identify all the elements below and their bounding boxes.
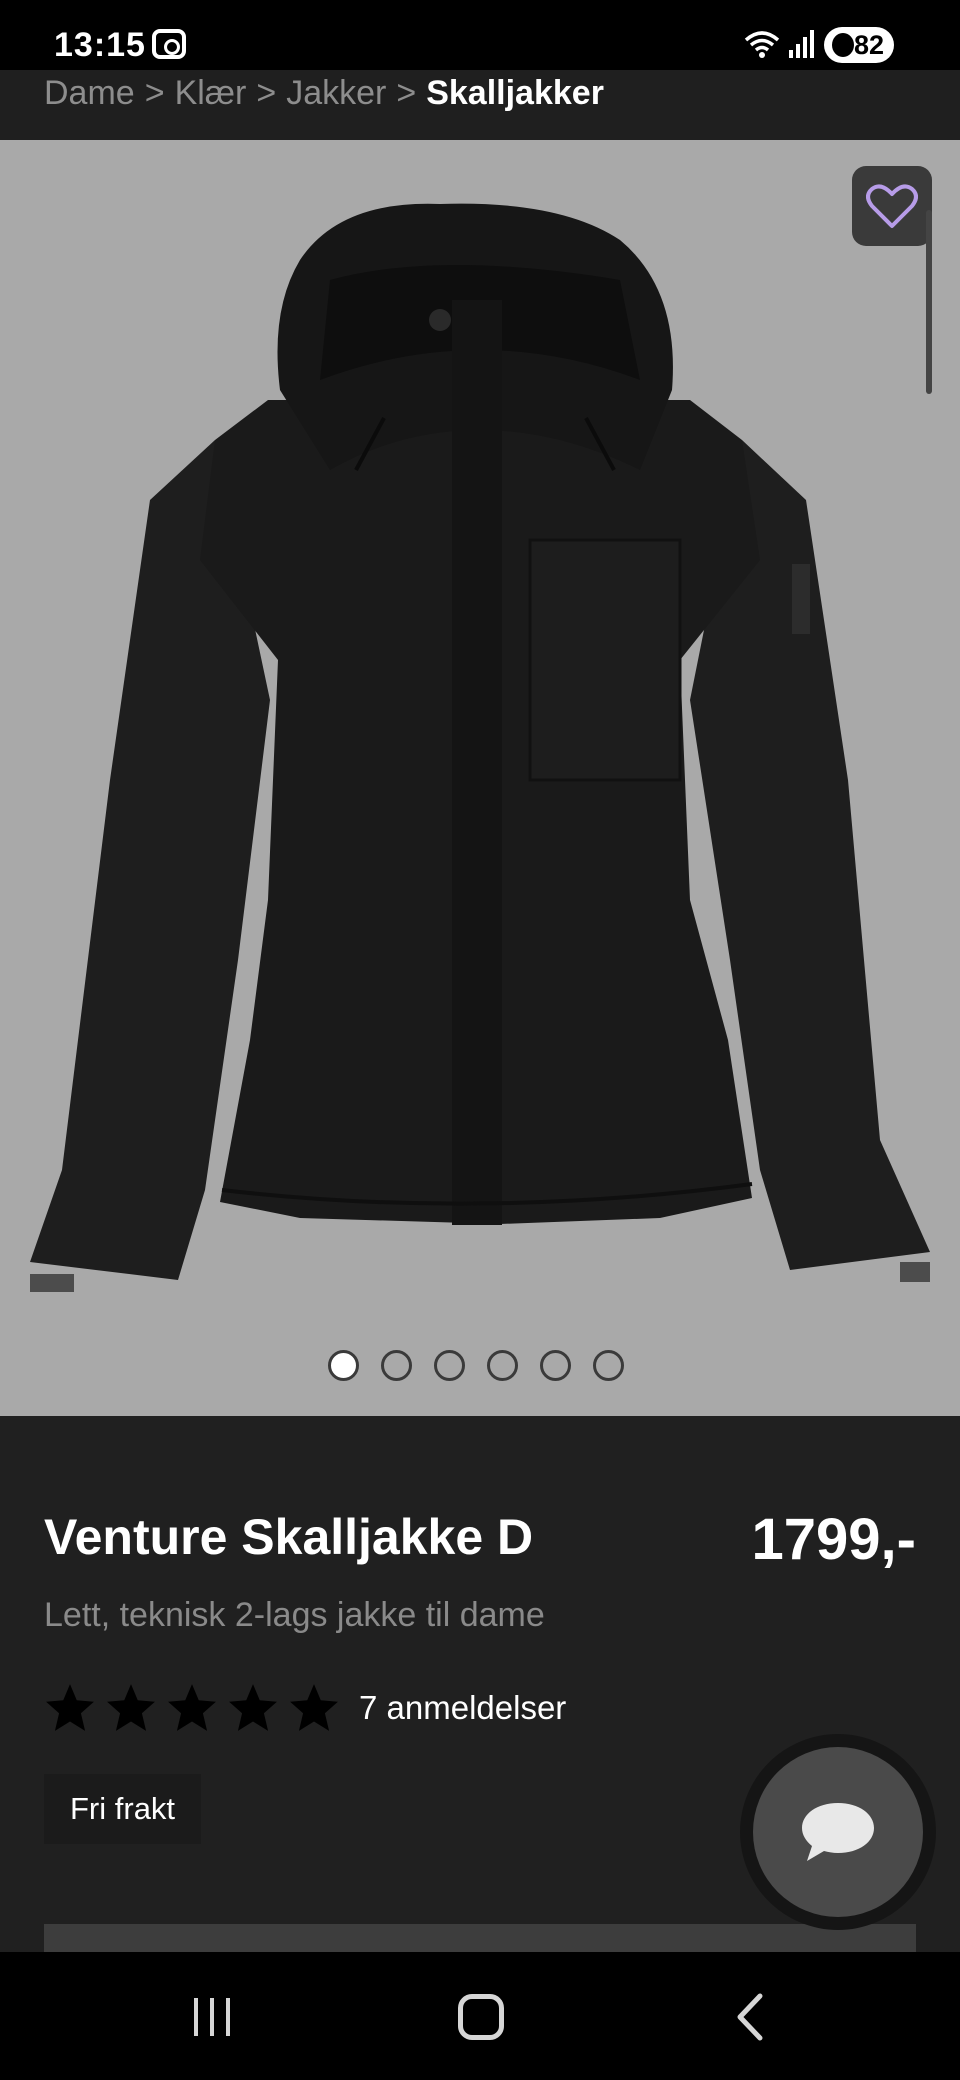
gallery-dot-1[interactable] <box>328 1350 359 1381</box>
breadcrumb: Dame > Klær > Jakker > Skalljakker <box>44 70 604 116</box>
chat-bubble-icon <box>802 1803 874 1861</box>
breadcrumb-bar: Dame > Klær > Jakker > Skalljakker <box>0 70 960 140</box>
review-count[interactable]: 7 anmeldelser <box>359 1689 566 1727</box>
star-icon <box>229 1684 277 1731</box>
recents-icon[interactable] <box>190 1996 234 2038</box>
product-rating[interactable]: 7 anmeldelser <box>44 1682 566 1734</box>
star-icon <box>168 1684 216 1731</box>
battery-indicator: 82 <box>824 27 894 63</box>
battery-bolt-icon <box>832 33 854 57</box>
breadcrumb-separator: > <box>396 73 417 112</box>
gallery-dot-6[interactable] <box>593 1350 624 1381</box>
status-bar: 13:15 82 <box>0 0 960 70</box>
product-price: 1799,- <box>751 1507 916 1572</box>
signal-icon <box>789 30 814 58</box>
product-subtitle: Lett, teknisk 2-lags jakke til dame <box>44 1596 545 1634</box>
breadcrumb-current: Skalljakker <box>426 73 604 112</box>
back-icon[interactable] <box>730 1992 770 2042</box>
screenshot-icon <box>152 29 186 59</box>
breadcrumb-item-jakker[interactable]: Jakker <box>286 74 386 113</box>
gallery-dot-5[interactable] <box>540 1350 571 1381</box>
star-icon <box>46 1684 94 1731</box>
add-to-cart-panel[interactable] <box>44 1924 916 1954</box>
chat-button[interactable] <box>740 1734 936 1930</box>
wifi-icon <box>744 31 780 58</box>
chat-button-inner <box>753 1747 923 1917</box>
wishlist-button[interactable] <box>852 166 932 246</box>
product-title: Venture Skalljakke D <box>44 1509 534 1565</box>
status-time: 13:15 <box>54 26 146 64</box>
star-icon <box>107 1684 155 1731</box>
system-nav-bar <box>0 1952 960 2080</box>
free-shipping-badge: Fri frakt <box>44 1774 202 1844</box>
heart-icon <box>866 184 918 228</box>
breadcrumb-item-klaer[interactable]: Klær <box>175 74 247 113</box>
product-gallery[interactable] <box>0 140 960 1416</box>
gallery-dot-2[interactable] <box>381 1350 412 1381</box>
jacket-image <box>30 203 930 1292</box>
gallery-dot-3[interactable] <box>434 1350 465 1381</box>
breadcrumb-separator: > <box>256 73 277 112</box>
star-icon <box>290 1684 338 1731</box>
breadcrumb-separator: > <box>144 73 165 112</box>
gallery-dot-4[interactable] <box>487 1350 518 1381</box>
battery-level: 82 <box>853 29 884 60</box>
gallery-scrollbar[interactable] <box>926 210 932 394</box>
breadcrumb-item-dame[interactable]: Dame <box>44 74 135 113</box>
gallery-pagination <box>328 1350 624 1381</box>
home-icon[interactable] <box>458 1994 504 2040</box>
